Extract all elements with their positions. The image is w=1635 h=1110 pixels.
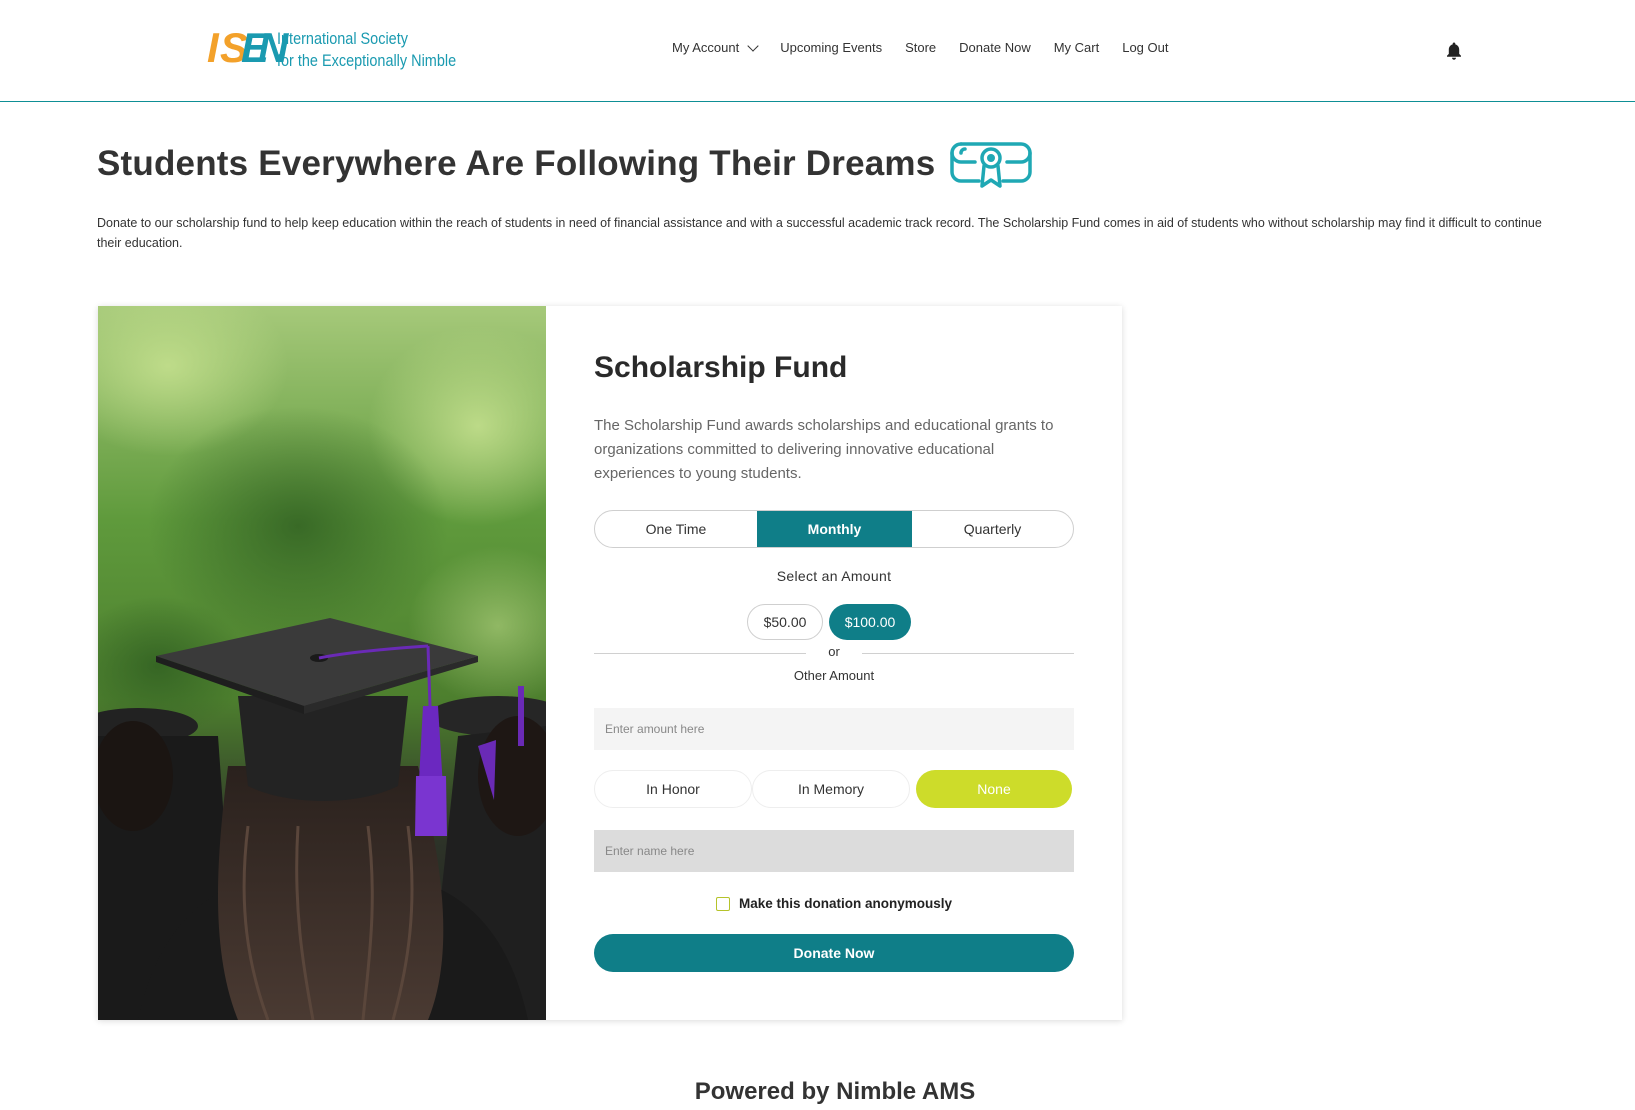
nav-donate-now[interactable]: Donate Now bbox=[959, 40, 1031, 55]
chevron-down-icon bbox=[747, 39, 759, 52]
isen-logo[interactable]: I S E N International Society for the Ex… bbox=[207, 24, 488, 72]
page-title: Students Everywhere Are Following Their … bbox=[97, 144, 936, 183]
powered-by-footer: Powered by Nimble AMS bbox=[694, 1078, 976, 1105]
amount-100-button[interactable]: $100.00 bbox=[829, 604, 911, 640]
or-text: or bbox=[828, 644, 840, 659]
frequency-one-time[interactable]: One Time bbox=[595, 511, 757, 547]
graduate-photo bbox=[98, 306, 546, 1020]
other-amount-input[interactable] bbox=[594, 708, 1074, 750]
anonymous-option: Make this donation anonymously bbox=[594, 896, 1074, 911]
donation-card: Scholarship Fund The Scholarship Fund aw… bbox=[98, 306, 1122, 1020]
frequency-selector: One Time Monthly Quarterly bbox=[594, 510, 1074, 548]
tribute-selector: In Honor In Memory None bbox=[594, 770, 1074, 808]
logo-text: International Society for the Exceptiona… bbox=[277, 28, 456, 72]
isen-logo-mark: I S E N bbox=[207, 24, 288, 72]
tribute-in-memory[interactable]: In Memory bbox=[752, 770, 910, 808]
fund-description: The Scholarship Fund awards scholarships… bbox=[594, 417, 1054, 482]
main-nav: My Account Upcoming Events Store Donate … bbox=[672, 39, 1191, 55]
donate-now-button[interactable]: Donate Now bbox=[594, 934, 1074, 972]
tribute-none[interactable]: None bbox=[916, 770, 1072, 808]
anonymous-checkbox[interactable] bbox=[715, 896, 730, 911]
fund-title: Scholarship Fund bbox=[594, 351, 848, 384]
nav-my-account-label: My Account bbox=[672, 40, 740, 55]
logo-line-2: for the Exceptionally Nimble bbox=[277, 51, 457, 70]
nav-my-account[interactable]: My Account bbox=[672, 39, 759, 55]
nav-my-cart[interactable]: My Cart bbox=[1054, 40, 1100, 55]
tribute-in-honor[interactable]: In Honor bbox=[594, 770, 752, 808]
frequency-monthly[interactable]: Monthly bbox=[757, 511, 912, 547]
page-title-row: Students Everywhere Are Following Their … bbox=[97, 136, 1033, 192]
anonymous-label[interactable]: Make this donation anonymously bbox=[739, 896, 952, 911]
logo-line-1: International Society bbox=[277, 29, 408, 48]
select-amount-label: Select an Amount bbox=[776, 568, 892, 584]
intro-paragraph: Donate to our scholarship fund to help k… bbox=[97, 216, 1542, 250]
frequency-quarterly[interactable]: Quarterly bbox=[912, 511, 1073, 547]
site-header: I S E N International Society for the Ex… bbox=[0, 0, 1635, 102]
nav-store[interactable]: Store bbox=[905, 40, 936, 55]
diploma-icon bbox=[950, 142, 1033, 188]
amount-50-button[interactable]: $50.00 bbox=[747, 604, 823, 640]
nav-upcoming-events[interactable]: Upcoming Events bbox=[780, 40, 882, 55]
graduate-image bbox=[98, 306, 546, 1020]
logo-letter-i: I bbox=[207, 24, 219, 71]
tribute-name-input[interactable] bbox=[594, 830, 1074, 872]
bell-icon[interactable] bbox=[1445, 41, 1463, 61]
other-amount-label: Other Amount bbox=[793, 668, 875, 683]
nav-log-out[interactable]: Log Out bbox=[1122, 40, 1168, 55]
